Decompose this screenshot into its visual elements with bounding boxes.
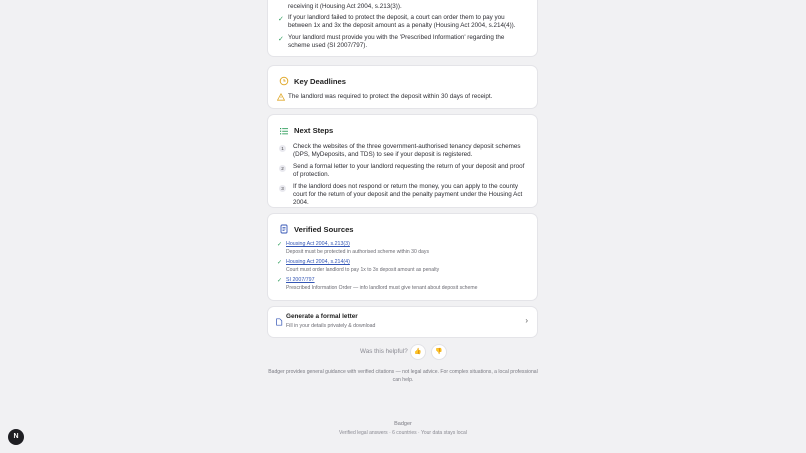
partial-rights-text: receiving it (Housing Act 2004, s.213(3)… — [288, 3, 402, 10]
document-icon — [280, 224, 288, 234]
clock-icon — [279, 76, 289, 86]
thumbs-down-button[interactable]: 👎 — [432, 345, 446, 359]
section-title: Verified Sources — [294, 225, 354, 234]
disclaimer-text: Badger provides general guidance with ve… — [268, 369, 538, 383]
footer-brand: Badger — [394, 421, 412, 427]
source-description: Deposit must be protected in authorised … — [286, 249, 429, 255]
step-item: If the landlord does not respond or retu… — [293, 183, 523, 207]
list-icon — [280, 128, 288, 135]
warning-icon — [277, 93, 285, 101]
key-deadlines-card: Key Deadlines The landlord was required … — [268, 66, 537, 108]
step-number: 1 — [279, 145, 286, 152]
step-number: 3 — [279, 185, 286, 192]
source-link[interactable]: SI 2007/797 — [286, 277, 315, 283]
check-icon: ✓ — [277, 260, 283, 266]
rights-card: receiving it (Housing Act 2004, s.213(3)… — [268, 0, 537, 56]
section-title: Next Steps — [294, 126, 334, 135]
thumbs-up-button[interactable]: 👍 — [411, 345, 425, 359]
file-icon — [276, 318, 283, 326]
rights-item: Your landlord must provide you with the … — [288, 34, 505, 50]
badger-logo-icon: N — [13, 433, 19, 440]
source-link[interactable]: Housing Act 2004, s.214(4) — [286, 259, 350, 265]
verified-sources-card: Verified Sources ✓ Housing Act 2004, s.2… — [268, 214, 537, 300]
check-icon: ✓ — [277, 278, 283, 284]
footer-links: Verified legal answers · 6 countries · Y… — [339, 430, 467, 436]
next-steps-card: Next Steps 1 Check the websites of the t… — [268, 115, 537, 207]
chevron-right-icon: › — [525, 316, 528, 325]
generate-title: Generate a formal letter — [286, 313, 358, 320]
app-badge-button[interactable]: N — [8, 429, 24, 445]
step-item: Send a formal letter to your landlord re… — [293, 163, 525, 179]
feedback-question: Was this helpful? — [360, 348, 408, 355]
rights-item: If your landlord failed to protect the d… — [288, 14, 516, 30]
source-description: Prescribed Information Order — info land… — [286, 285, 478, 291]
source-link[interactable]: Housing Act 2004, s.213(3) — [286, 241, 350, 247]
step-item: Check the websites of the three governme… — [293, 143, 521, 159]
deadline-item: The landlord was required to protect the… — [288, 93, 493, 100]
check-icon: ✓ — [278, 16, 284, 23]
generate-letter-button[interactable]: Generate a formal letter Fill in your de… — [268, 307, 537, 337]
step-number: 2 — [279, 165, 286, 172]
source-description: Court must order landlord to pay 1x to 3… — [286, 267, 440, 273]
footer-link: Your data stays local — [420, 430, 467, 436]
section-title: Key Deadlines — [294, 77, 346, 86]
check-icon: ✓ — [278, 36, 284, 43]
check-icon: ✓ — [277, 242, 283, 248]
footer-link: 6 countries — [392, 430, 417, 436]
generate-subtitle: Fill in your details privately & downloa… — [286, 323, 376, 329]
footer-link: Verified legal answers — [339, 430, 388, 436]
